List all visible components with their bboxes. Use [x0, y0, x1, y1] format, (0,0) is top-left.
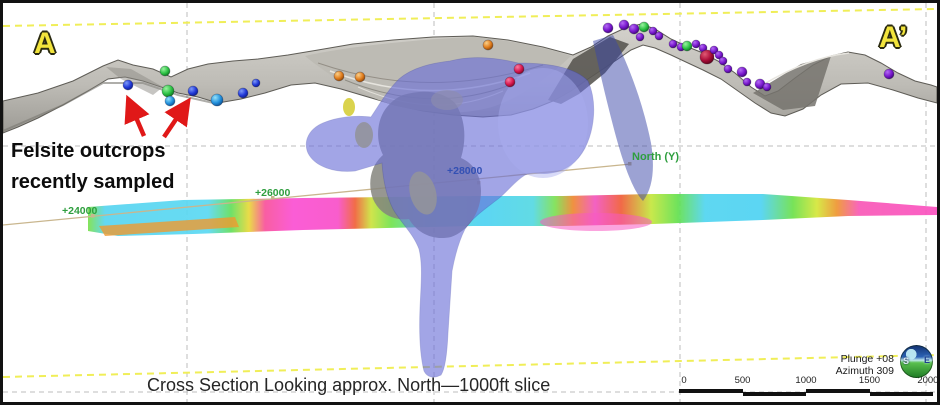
collar-point-purple	[669, 40, 677, 48]
collar-point-orange	[483, 40, 493, 50]
north-axis-label: North (Y)	[632, 151, 679, 163]
felsite-annotation-line2: recently sampled	[11, 167, 174, 198]
collar-point-green	[682, 41, 692, 51]
orientation-ball[interactable]: S E	[900, 345, 933, 378]
collar-point-green	[639, 22, 649, 32]
cross-section-figure: A A’ Felsite outcrops recently sampled +…	[0, 0, 940, 405]
collar-point-purple	[763, 83, 771, 91]
collar-point-cyan	[211, 94, 223, 106]
collar-point-purple	[724, 65, 732, 73]
felsite-annotation-line1: Felsite outcrops	[11, 136, 174, 167]
viewport-3d[interactable]	[3, 3, 937, 402]
collar-point-blue	[188, 86, 198, 96]
compass-east-letter: E	[924, 355, 930, 365]
collar-point-purple	[743, 78, 751, 86]
collar-point-purple	[719, 57, 727, 65]
collar-point-green	[162, 85, 174, 97]
grid-tick-24000: +24000	[62, 205, 97, 217]
collar-point-orange	[334, 71, 344, 81]
scale-tick-500: 500	[735, 375, 751, 386]
collar-point-purple	[629, 24, 639, 34]
scale-tick-1000: 1000	[795, 375, 816, 386]
scale-bar-segments	[679, 388, 933, 396]
plunge-readout: Plunge +08	[799, 353, 894, 365]
collar-point-purple	[603, 23, 613, 33]
view-angle-readout: Plunge +08 Azimuth 309	[799, 353, 894, 377]
slice-magenta-bulge	[540, 213, 652, 231]
section-start-label: A	[34, 27, 56, 61]
felsite-annotation: Felsite outcrops recently sampled	[11, 136, 174, 198]
collar-point-purple	[737, 67, 747, 77]
collar-point-crimson	[505, 77, 515, 87]
annotation-arrows	[129, 101, 187, 137]
scale-tick-1500: 1500	[859, 375, 880, 386]
collar-point-crimson	[514, 64, 524, 74]
collar-point-blue	[252, 79, 260, 87]
collar-point-purple	[655, 32, 663, 40]
figure-caption: Cross Section Looking approx. North—1000…	[147, 375, 550, 396]
collar-point-purple	[619, 20, 629, 30]
grid-tick-26000: +26000	[255, 187, 290, 199]
collar-point-blue	[123, 80, 133, 90]
scale-tick-0: 0	[681, 375, 686, 386]
collar-point-purple	[636, 33, 644, 41]
collar-point-green	[160, 66, 170, 76]
section-end-label: A’	[879, 21, 907, 55]
collar-point-orange	[355, 72, 365, 82]
grid-tick-28000: +28000	[447, 165, 482, 177]
collar-point-purple	[884, 69, 894, 79]
scale-bar-ticks: 0 500 1000 1500 2000	[679, 375, 933, 387]
compass-south-letter: S	[903, 356, 909, 366]
geophysics-slice	[88, 194, 937, 236]
intrusion-dark-streak	[593, 35, 653, 201]
collar-point-cyan	[165, 96, 175, 106]
collar-point-purple	[692, 40, 700, 48]
collar-point-blue	[238, 88, 248, 98]
scale-bar: 0 500 1000 1500 2000	[679, 375, 933, 397]
